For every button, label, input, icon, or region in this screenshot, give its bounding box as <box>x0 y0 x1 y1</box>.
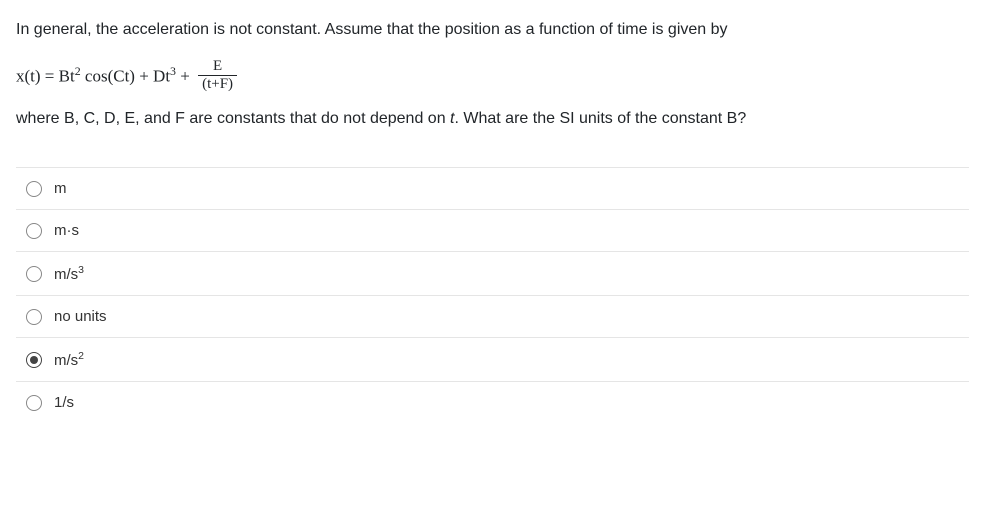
option-label: m/s2 <box>54 350 84 369</box>
fraction-denominator: (t+F) <box>198 75 237 93</box>
option-opt-m[interactable]: m <box>16 167 969 210</box>
fraction-numerator: E <box>209 58 226 75</box>
question-paragraph-2: where B, C, D, E, and F are constants th… <box>16 107 969 131</box>
option-label: m <box>54 180 67 197</box>
option-opt-1ps[interactable]: 1/s <box>16 382 969 423</box>
answer-options: m m·s m/s3 no units m/s2 1/s <box>16 167 969 423</box>
option-opt-mps3[interactable]: m/s3 <box>16 252 969 296</box>
option-label: m/s3 <box>54 264 84 283</box>
radio-button[interactable] <box>26 309 42 325</box>
option-opt-ms[interactable]: m·s <box>16 210 969 252</box>
fraction: E (t+F) <box>198 58 237 93</box>
radio-button[interactable] <box>26 223 42 239</box>
option-label: m·s <box>54 222 79 239</box>
radio-button[interactable] <box>26 352 42 368</box>
question-paragraph-1: In general, the acceleration is not cons… <box>16 18 969 42</box>
option-label: 1/s <box>54 394 74 411</box>
radio-button[interactable] <box>26 395 42 411</box>
radio-button[interactable] <box>26 266 42 282</box>
option-opt-mps2[interactable]: m/s2 <box>16 338 969 382</box>
equation-display: x(t) = Bt2 cos(Ct) + Dt3 + E (t+F) <box>16 58 969 93</box>
radio-button[interactable] <box>26 181 42 197</box>
option-label: no units <box>54 308 107 325</box>
option-opt-nounits[interactable]: no units <box>16 296 969 338</box>
